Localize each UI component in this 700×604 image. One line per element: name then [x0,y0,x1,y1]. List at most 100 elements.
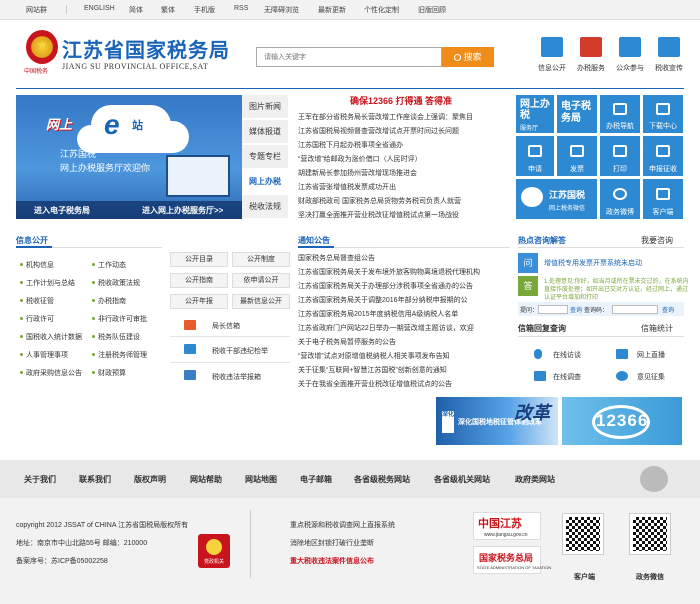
footer-about[interactable]: 关于我们 [24,474,56,485]
tile-wechat[interactable]: 江苏国税 网上税务微信 [516,179,597,219]
disclosure-annual-button[interactable]: 公开年报 [170,294,228,309]
tile-declare[interactable]: 申报征收 [643,136,683,176]
notice-item[interactable]: “营改增”试点对原增值税纳税人相关事项发布告知 [298,351,512,361]
tile-apply[interactable]: 申请 [516,136,554,176]
headline-item[interactable]: 财政部税政司 国家税务总局货物劳务税司负责人就营 [298,196,512,206]
topbar-old-version[interactable]: 旧版回顾 [418,5,446,15]
topbar-simplified[interactable]: 简体 [129,5,143,15]
disclosure-link[interactable]: 税收征管 [26,296,54,306]
notice-item[interactable]: 江苏省国家税务局2015年度纳税信用A级纳税人名单 [298,309,512,319]
headline-item[interactable]: “营改增”给邮政为涨价借口（人民时评） [298,154,512,164]
disclosure-latest-button[interactable]: 最新信息公开 [232,294,290,309]
topbar-latest[interactable]: 最新更新 [318,5,346,15]
footer-contact[interactable]: 联系我们 [79,474,111,485]
disclosure-link[interactable]: 税收政策法规 [98,278,140,288]
tile-online-tax[interactable]: 网上办税 服务厅 [516,95,554,133]
footer-copyright-link[interactable]: 版权声明 [134,474,166,485]
enter-online-hall-link[interactable]: 进入网上办税服务厅>> [142,205,223,216]
footer-help[interactable]: 网站帮助 [190,474,222,485]
tile-navigation[interactable]: 办税导航 [600,95,640,133]
topbar-customize[interactable]: 个性化定制 [364,5,399,15]
footer-provincial-tax[interactable]: 各省级税务网站 [354,474,410,485]
query-input-2[interactable] [612,305,658,314]
notice-item[interactable]: 江苏省政府门户网站22日举办一期营改增主题访谈，欢迎 [298,323,512,333]
footer-email[interactable]: 电子邮箱 [300,474,332,485]
disclosure-guide-button[interactable]: 公开指南 [170,273,228,288]
search-input[interactable] [256,47,442,67]
topbar-traditional[interactable]: 繁体 [161,5,175,15]
footer-link-violation[interactable]: 重大税收违法案件信息公布 [290,556,374,566]
info-icon[interactable] [541,37,563,57]
tab-media[interactable]: 媒体报道 [242,120,288,144]
footer-link-monopoly[interactable]: 消除地区封锁打破行业垄断 [290,538,374,548]
megaphone-icon[interactable] [658,37,680,57]
hotline-title[interactable]: 热点咨询解答 [518,235,566,246]
jiangsu-gov-badge[interactable]: 中国江苏 www.jiangsu.gov.cn [473,512,541,540]
discipline-report-link[interactable]: 税收干部违纪检举 [212,346,268,356]
quick-link-publicity[interactable]: 税收宣传 [651,63,687,73]
tile-print[interactable]: 打印 [600,136,640,176]
sat-badge[interactable]: 国家税务总局 STATE ADMINISTRATION OF TAXATION [473,546,551,574]
footer-provincial-gov[interactable]: 各省级机关网站 [434,474,490,485]
headline-item[interactable]: 江苏省营张增值税发票成功开出 [298,182,512,192]
enter-e-tax-link[interactable]: 进入电子税务局 [34,205,90,216]
site-title[interactable]: 江苏省国家税务局 [62,34,230,63]
notice-item[interactable]: 关于电子税务局暂停服务的公告 [298,337,512,347]
notice-item[interactable]: 关于征集“互联网+智慧江苏国税”创新创意的通知 [298,365,512,375]
disclosure-link[interactable]: 人事管理事项 [26,350,68,360]
disclosure-title[interactable]: 信息公开 [16,235,48,246]
headline-title[interactable]: 确保12366 打得通 答得准 [350,94,452,107]
query-button-2[interactable]: 查询 [662,305,674,314]
disclosure-link[interactable]: 行政许可 [26,314,54,324]
tile-download[interactable]: 下载中心 [643,95,683,133]
banner-carousel[interactable]: e 站 网上 江苏国税 网上办税服务厅欢迎你 进入电子税务局 进入网上办税服务厅… [16,95,242,219]
notice-item[interactable]: 关于在我省全面推开营业税改征增值税试点的公告 [298,379,512,389]
tile-invoice[interactable]: 发票 [557,136,597,176]
topbar-accessibility[interactable]: 无障碍浏览 [264,5,299,15]
tile-weibo[interactable]: 政务微博 [600,179,640,219]
tab-regulations[interactable]: 税收法规 [242,195,288,219]
quick-link-public[interactable]: 公众参与 [612,63,648,73]
director-mailbox-link[interactable]: 局长信箱 [212,321,240,331]
tab-special[interactable]: 专题专栏 [242,145,288,169]
disclosure-policy-button[interactable]: 公开制度 [232,252,290,267]
people-icon[interactable] [619,37,641,57]
footer-gov-sites[interactable]: 政府类网站 [515,474,555,485]
disclosure-link[interactable]: 工作动态 [98,260,126,270]
headline-item[interactable]: 江苏省国税局视频督查营改增试点开票时间过长问题 [298,126,512,136]
tile-e-tax[interactable]: 电子税务局 [557,95,597,133]
live-broadcast-link[interactable]: 网上直播 [637,350,665,360]
tab-online-tax[interactable]: 网上办税 [242,170,288,194]
disclosure-link[interactable]: 工作计划与总结 [26,278,75,288]
footer-link-survey[interactable]: 重点税源和税收调查网上直报系统 [290,520,395,530]
topbar-mobile[interactable]: 手机版 [194,5,215,15]
disclosure-request-button[interactable]: 依申请公开 [232,273,290,288]
headline-item[interactable]: 王军在部分省税务局长营改增工作座谈会上强调：聚焦目 [298,112,512,122]
tile-client[interactable]: 客户端 [643,179,683,219]
reform-ad-banner[interactable]: 深化 深化国税地税征管体制改革 改革 [436,397,558,445]
disclosure-catalog-button[interactable]: 公开目录 [170,252,228,267]
query-input-1[interactable] [538,305,568,314]
headline-item[interactable]: 胡建新局长参加扬州营改增现场推进会 [298,168,512,178]
tab-photo-news[interactable]: 图片新闻 [242,95,288,119]
icp-text[interactable]: 备案序号：苏ICP备05002258 [16,556,108,566]
headline-item[interactable]: 江苏国税下月起办税事项全省通办 [298,140,512,150]
hot-question[interactable]: 增值税专用发票开票系统未启动 [544,258,642,268]
notice-item[interactable]: 国家税务总局督查组公告 [298,253,512,263]
quick-link-info[interactable]: 信息公开 [534,63,570,73]
disclosure-link[interactable]: 国税收入统计数据 [26,332,82,342]
notice-item[interactable]: 江苏省国家税务局关于办理部分涉税事项全省通办的公告 [298,281,512,291]
disclosure-link[interactable]: 财政预算 [98,368,126,378]
gov-party-badge[interactable]: 党政机关 [198,534,230,568]
topbar-english[interactable]: ENGLISH [84,5,115,12]
mailbox-stats-link[interactable]: 信箱统计 [641,323,673,334]
hotline-12366-ad[interactable]: 12366 [562,397,682,445]
tax-service-icon[interactable] [580,37,602,57]
topbar-site-group[interactable]: 网站群 [26,5,47,15]
disclosure-link[interactable]: 机构信息 [26,260,54,270]
mailbox-reply-title[interactable]: 信箱回复查询 [518,323,566,334]
notice-item[interactable]: 江苏省国家税务局关于调整2016年部分纳税申报期的公 [298,295,512,305]
footer-sitemap[interactable]: 网站地图 [245,474,277,485]
notice-item[interactable]: 江苏省国家税务局关于发布境外旅客购物离境退税代理机构 [298,267,512,277]
online-survey-link[interactable]: 在线调查 [553,372,581,382]
